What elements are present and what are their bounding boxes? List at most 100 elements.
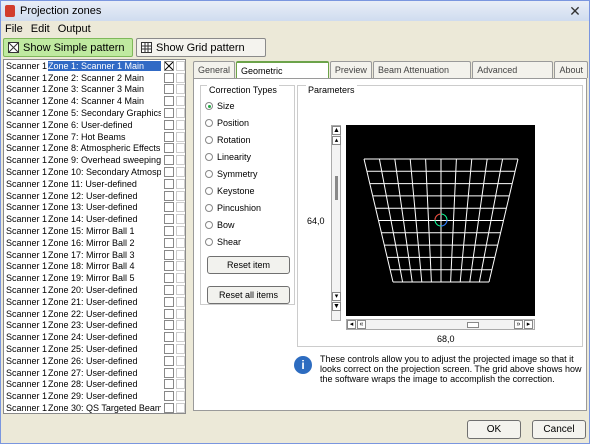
zone-row[interactable]: Scanner 1 Zone 3: Scanner 3 Main [4, 84, 185, 96]
zone-checkbox-2[interactable] [176, 214, 185, 225]
zone-checkbox[interactable] [164, 285, 174, 296]
zone-checkbox[interactable] [164, 379, 174, 390]
zone-checkbox[interactable] [164, 249, 174, 260]
vertical-slider[interactable]: ▲ ▴ ▾ ▼ [331, 125, 341, 321]
scroll-right-end-icon[interactable]: ▸ [524, 320, 533, 329]
zone-checkbox-2[interactable] [176, 226, 185, 237]
zone-checkbox[interactable] [164, 72, 174, 83]
zone-row[interactable]: Scanner 1 Zone 17: Mirror Ball 3 [4, 249, 185, 261]
zone-checkbox-2[interactable] [176, 143, 185, 154]
zone-row[interactable]: Scanner 1 Zone 13: User-defined [4, 202, 185, 214]
zone-row[interactable]: Scanner 1 Zone 21: User-defined [4, 296, 185, 308]
zone-checkbox[interactable] [164, 131, 174, 142]
zone-checkbox[interactable] [164, 214, 174, 225]
zone-row[interactable]: Scanner 1 Zone 23: User-defined [4, 320, 185, 332]
radio-position[interactable]: Position [205, 118, 249, 128]
scroll-up-icon[interactable]: ▴ [332, 136, 341, 145]
radio-symmetry[interactable]: Symmetry [205, 169, 258, 179]
zone-checkbox-2[interactable] [176, 344, 185, 355]
zone-checkbox[interactable] [164, 273, 174, 284]
zone-checkbox[interactable] [164, 308, 174, 319]
zone-checkbox[interactable] [164, 119, 174, 130]
zone-checkbox[interactable] [164, 167, 174, 178]
close-icon[interactable]: ✕ [567, 3, 583, 19]
zone-row[interactable]: Scanner 1 Zone 6: User-defined [4, 119, 185, 131]
zone-checkbox[interactable] [164, 226, 174, 237]
reset-all-items-button[interactable]: Reset all items [207, 286, 290, 304]
zone-row[interactable]: Scanner 1 Zone 24: User-defined [4, 331, 185, 343]
zone-list[interactable]: Scanner 1 Zone 1: Scanner 1 Main Scanner 1… [3, 59, 186, 414]
radio-size[interactable]: Size [205, 101, 235, 111]
ok-button[interactable]: OK [467, 420, 521, 439]
zone-row[interactable]: Scanner 1Zone 9: Overhead sweeping be [4, 154, 185, 166]
zone-row[interactable]: Scanner 1 Zone 16: Mirror Ball 2 [4, 237, 185, 249]
cancel-button[interactable]: Cancel [532, 420, 586, 439]
zone-row[interactable]: Scanner 1 Zone 20: User-defined [4, 284, 185, 296]
zone-checkbox[interactable] [164, 108, 174, 119]
zone-row[interactable]: Scanner 1 Zone 25: User-defined [4, 343, 185, 355]
zone-checkbox-2[interactable] [176, 273, 185, 284]
menu-output[interactable]: Output [58, 21, 91, 37]
zone-row[interactable]: Scanner 1 Zone 11: User-defined [4, 178, 185, 190]
zone-checkbox-2[interactable] [176, 367, 185, 378]
zone-checkbox[interactable] [164, 190, 174, 201]
tab-general[interactable]: General [193, 61, 236, 78]
zone-checkbox-2[interactable] [176, 261, 185, 272]
zone-checkbox-2[interactable] [176, 285, 185, 296]
vertical-slider-thumb[interactable] [335, 176, 338, 200]
zone-row[interactable]: Scanner 1 Zone 2: Scanner 2 Main [4, 72, 185, 84]
zone-checkbox[interactable] [164, 143, 174, 154]
zone-row[interactable]: Scanner 1 Zone 8: Atmospheric Effects [4, 143, 185, 155]
zone-row[interactable]: Scanner 1 Zone 10: Secondary Atmosphe [4, 166, 185, 178]
radio-keystone[interactable]: Keystone [205, 186, 255, 196]
menu-edit[interactable]: Edit [31, 21, 50, 37]
zone-checkbox-2[interactable] [176, 96, 185, 107]
zone-checkbox[interactable] [164, 261, 174, 272]
zone-checkbox-2[interactable] [176, 308, 185, 319]
zone-checkbox[interactable] [164, 296, 174, 307]
radio-pincushion[interactable]: Pincushion [205, 203, 261, 213]
show-grid-pattern-button[interactable]: Show Grid pattern [136, 38, 266, 57]
zone-checkbox-2[interactable] [176, 131, 185, 142]
zone-row[interactable]: Scanner 1 Zone 30: QS Targeted Beams [4, 402, 185, 413]
zone-row[interactable]: Scanner 1 Zone 7: Hot Beams [4, 131, 185, 143]
scroll-left-icon[interactable]: « [357, 320, 366, 329]
zone-checkbox[interactable] [164, 202, 174, 213]
zone-row[interactable]: Scanner 1 Zone 1: Scanner 1 Main [4, 60, 185, 72]
zone-checkbox[interactable] [164, 84, 174, 95]
zone-row[interactable]: Scanner 1 Zone 19: Mirror Ball 5 [4, 272, 185, 284]
radio-bow[interactable]: Bow [205, 220, 235, 230]
tab-advanced-settings[interactable]: Advanced settings [472, 61, 554, 91]
tab-beam-attenuation-map[interactable]: Beam Attenuation Map [372, 61, 472, 91]
scroll-down-icon[interactable]: ▾ [332, 292, 341, 301]
zone-checkbox-2[interactable] [176, 249, 185, 260]
zone-checkbox[interactable] [164, 178, 174, 189]
scroll-right-icon[interactable]: » [514, 320, 523, 329]
zone-checkbox[interactable] [164, 320, 174, 331]
zone-row[interactable]: Scanner 1 Zone 26: User-defined [4, 355, 185, 367]
zone-checkbox-2[interactable] [176, 296, 185, 307]
zone-checkbox[interactable] [164, 355, 174, 366]
zone-row[interactable]: Scanner 1 Zone 29: User-defined [4, 390, 185, 402]
zone-checkbox[interactable] [164, 391, 174, 402]
tab-preview[interactable]: Preview [329, 61, 372, 78]
zone-checkbox-2[interactable] [176, 84, 185, 95]
radio-shear[interactable]: Shear [205, 237, 241, 247]
zone-checkbox-2[interactable] [176, 202, 185, 213]
zone-checkbox-2[interactable] [176, 72, 185, 83]
zone-checkbox[interactable] [164, 96, 174, 107]
zone-checkbox-2[interactable] [176, 237, 185, 248]
zone-row[interactable]: Scanner 1 Zone 14: User-defined [4, 213, 185, 225]
zone-row[interactable]: Scanner 1 Zone 12: User-defined [4, 190, 185, 202]
zone-checkbox-2[interactable] [176, 320, 185, 331]
radio-rotation[interactable]: Rotation [205, 135, 251, 145]
zone-checkbox[interactable] [164, 367, 174, 378]
zone-checkbox-2[interactable] [176, 155, 185, 166]
horizontal-slider-thumb[interactable] [467, 322, 479, 328]
radio-linearity[interactable]: Linearity [205, 152, 251, 162]
zone-checkbox[interactable] [164, 155, 174, 166]
zone-checkbox[interactable] [164, 60, 174, 71]
zone-checkbox[interactable] [164, 403, 174, 413]
tab-about[interactable]: About [554, 61, 588, 78]
tab-geometric-correction[interactable]: Geometric Correction [236, 61, 329, 92]
